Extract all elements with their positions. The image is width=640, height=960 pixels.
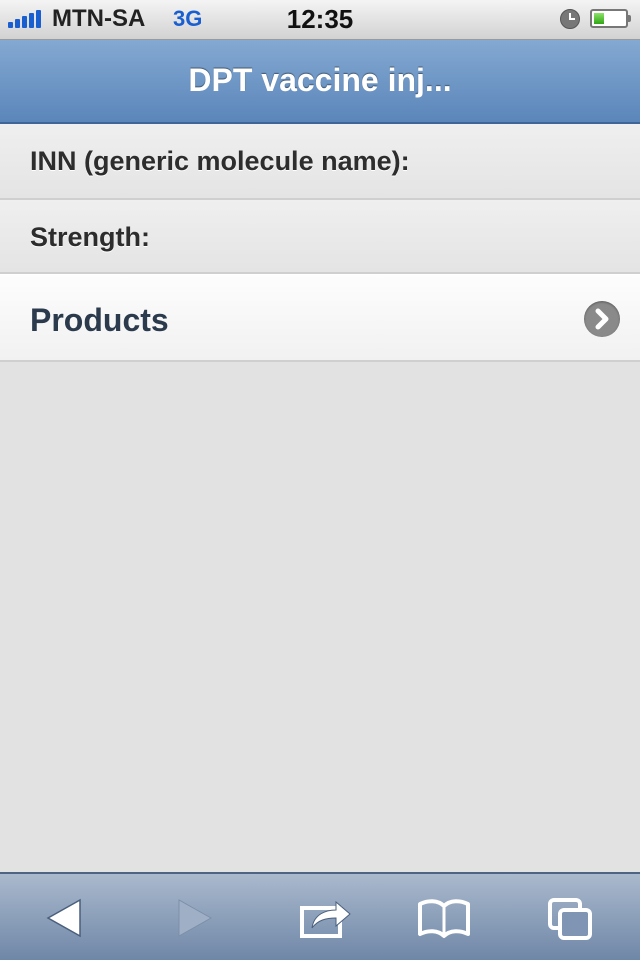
products-label: Products xyxy=(30,302,169,338)
status-time: 12:35 xyxy=(286,4,354,34)
bookmarks-icon[interactable] xyxy=(414,894,474,942)
strength-label: Strength: xyxy=(30,222,150,252)
pages-icon[interactable] xyxy=(544,894,604,942)
chevron-right-icon xyxy=(584,301,620,337)
strength-row: Strength: xyxy=(0,200,640,274)
share-icon[interactable] xyxy=(296,894,356,942)
navigation-bar: DPT vaccine inj... xyxy=(0,40,640,124)
bottom-toolbar xyxy=(0,872,640,960)
forward-arrow-icon[interactable] xyxy=(165,894,225,942)
inn-label: INN (generic molecule name): xyxy=(30,146,410,176)
status-bar: MTN-SA 3G 12:35 xyxy=(0,0,640,40)
alarm-icon xyxy=(560,9,580,29)
products-row[interactable]: Products xyxy=(0,274,640,362)
inn-row: INN (generic molecule name): xyxy=(0,124,640,200)
battery-icon xyxy=(590,9,631,28)
back-arrow-icon[interactable] xyxy=(40,894,100,942)
page-title: DPT vaccine inj... xyxy=(188,62,452,98)
